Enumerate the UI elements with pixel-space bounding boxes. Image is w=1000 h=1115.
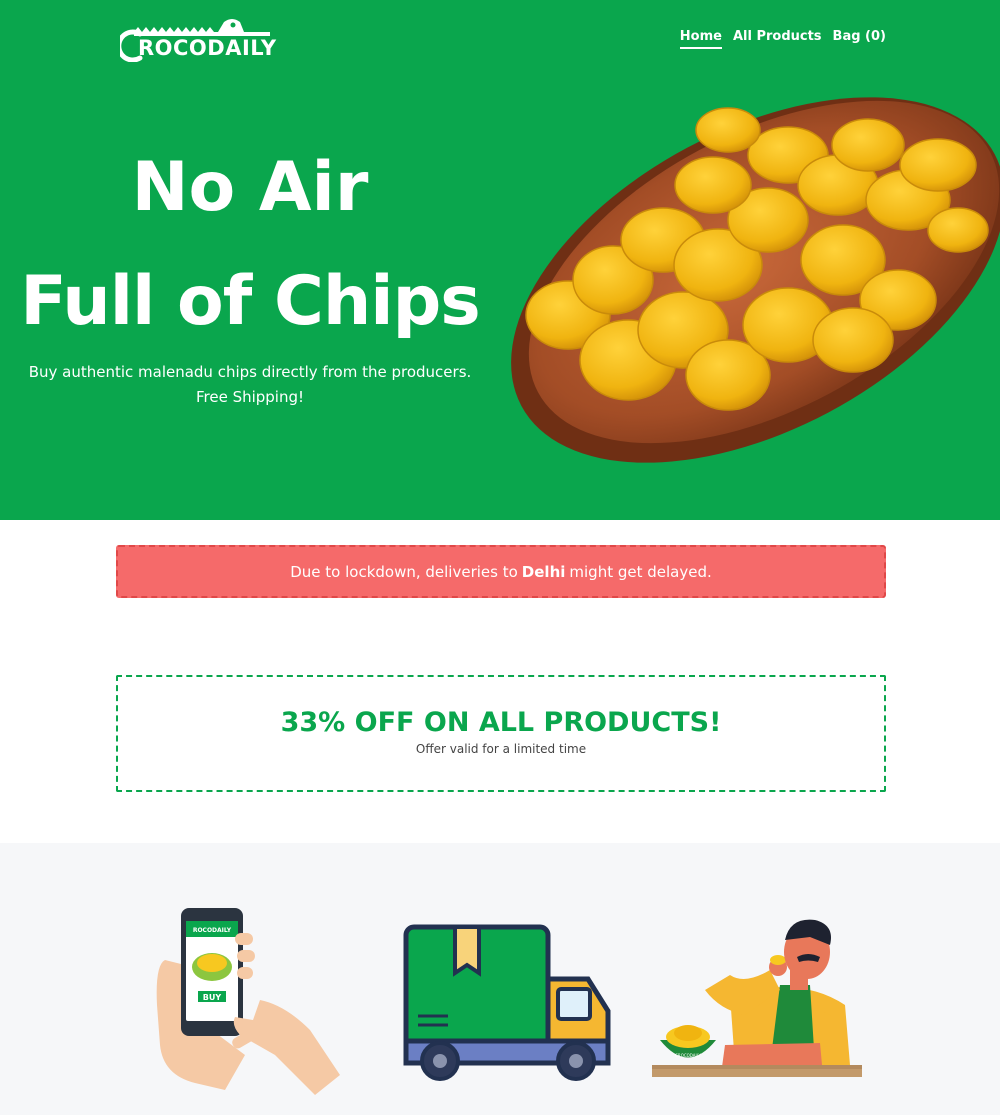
phone-buy-label: BUY <box>203 993 222 1002</box>
brand-name: ROCODAILY <box>138 36 277 60</box>
offer-title: 33% OFF ON ALL PRODUCTS! <box>280 707 722 738</box>
offer-banner: 33% OFF ON ALL PRODUCTS! Offer valid for… <box>116 675 886 792</box>
nav-home[interactable]: Home <box>679 29 722 49</box>
hero-subtitle-line1: Buy authentic malenadu chips directly fr… <box>28 363 472 381</box>
hero-subtitle-line2: Free Shipping! <box>195 388 305 406</box>
chips-plate-image <box>511 97 1000 463</box>
bowl-brand-text: CROCODAILY <box>675 1053 701 1058</box>
delivery-notice: Due to lockdown, deliveries to Delhi mig… <box>116 545 886 598</box>
delivery-truck-illustration <box>403 924 611 1081</box>
man-eating-chips-illustration: CROCODAILY <box>652 919 862 1077</box>
main-nav: Home All Products Bag (0) <box>679 29 886 49</box>
nav-bag[interactable]: Bag (0) <box>833 29 886 49</box>
phone-brand-text: ROCODAILY <box>193 927 232 934</box>
brand-logo[interactable]: ROCODAILY <box>120 14 277 62</box>
offer-subtitle: Offer valid for a limited time <box>415 742 587 756</box>
notice-text-after: might get delayed. <box>569 562 712 581</box>
hero-title-line1: No Air <box>131 148 369 227</box>
hero-section: ROCODAILY Home All Products Bag (0) No A… <box>0 0 1000 520</box>
phone-order-illustration: ROCODAILY BUY <box>156 908 340 1095</box>
hero-subtitle: Buy authentic malenadu chips directly fr… <box>0 360 500 410</box>
how-it-works-section: ROCODAILY BUY CROCODAILY <box>0 843 1000 1115</box>
notice-text-before: Due to lockdown, deliveries to <box>290 562 518 581</box>
notice-city: Delhi <box>521 562 566 581</box>
hero-title-line2: Full of Chips <box>20 262 481 341</box>
nav-all-products[interactable]: All Products <box>733 29 822 49</box>
